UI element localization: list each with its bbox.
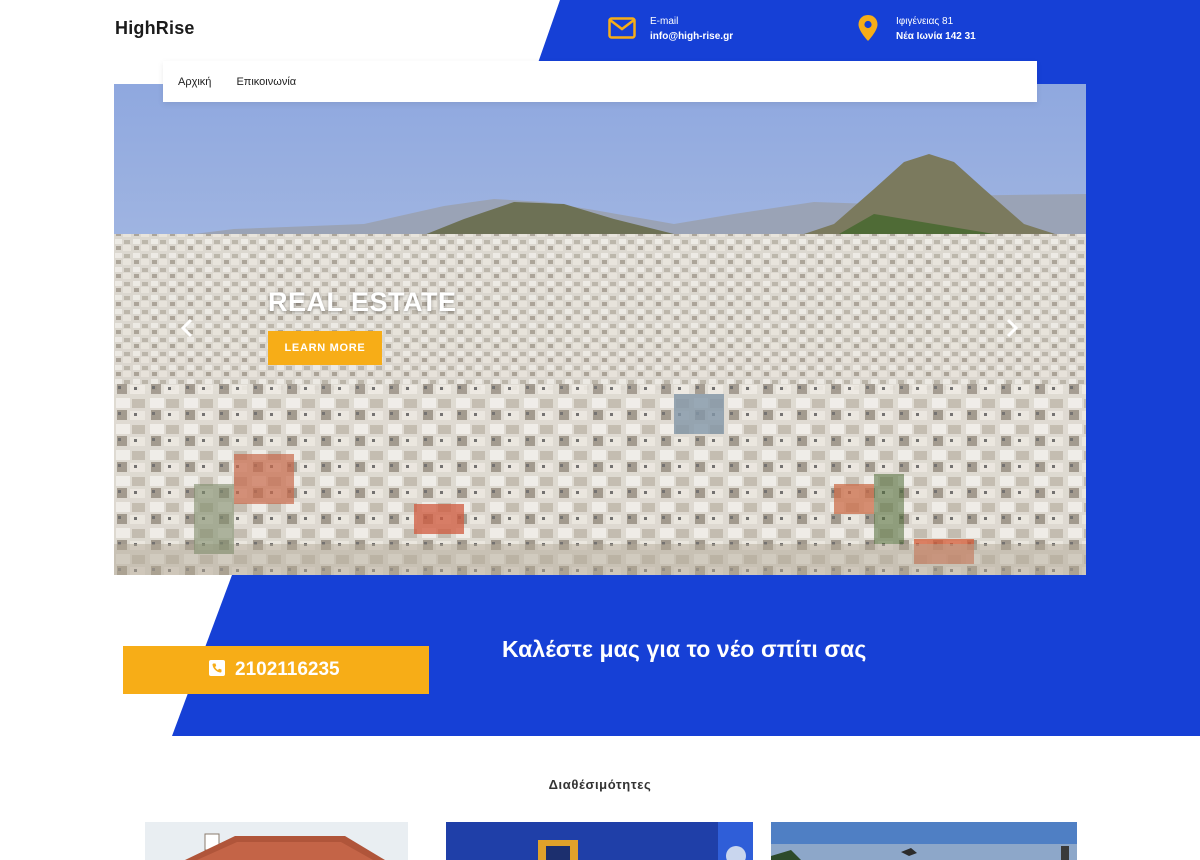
listings-title: Διαθέσιμότητες [548, 777, 652, 792]
envelope-icon [608, 14, 636, 42]
map-pin-icon [854, 14, 882, 42]
hero-city-image [114, 84, 1086, 575]
learn-more-button[interactable]: LEARN MORE [268, 331, 382, 365]
phone-icon [209, 659, 225, 681]
nav-item-home[interactable]: Αρχική [178, 76, 211, 88]
cta-heading: Καλέστε μας για το νέο σπίτι σας [502, 636, 867, 662]
listing-card[interactable] [446, 822, 753, 860]
listing-image [446, 822, 753, 860]
phone-button[interactable]: 2102116235 [123, 646, 429, 694]
email-label: E-mail [650, 16, 679, 27]
listing-card[interactable] [771, 822, 1077, 860]
listing-image [771, 822, 1077, 860]
listing-image [145, 822, 408, 860]
site-logo[interactable]: HighRise [115, 18, 195, 39]
contact-email: E-mail info@high-rise.gr [608, 14, 733, 44]
hero-title: REAL ESTATE [268, 287, 457, 317]
email-link[interactable]: info@high-rise.gr [650, 29, 733, 44]
phone-number: 2102116235 [235, 659, 340, 680]
address-line2: Νέα Ιωνία 142 31 [896, 31, 976, 42]
contact-address: Ιφιγένειας 81 Νέα Ιωνία 142 31 [854, 14, 976, 44]
chevron-right-icon[interactable] [1002, 316, 1022, 340]
listing-card[interactable] [145, 822, 408, 860]
nav-item-contact[interactable]: Επικοινωνία [236, 76, 296, 88]
chevron-left-icon[interactable] [177, 316, 197, 340]
address-line1: Ιφιγένειας 81 [896, 16, 954, 27]
hero-slider: REAL ESTATE LEARN MORE [114, 84, 1086, 575]
main-nav: Αρχική Επικοινωνία [163, 61, 1037, 102]
